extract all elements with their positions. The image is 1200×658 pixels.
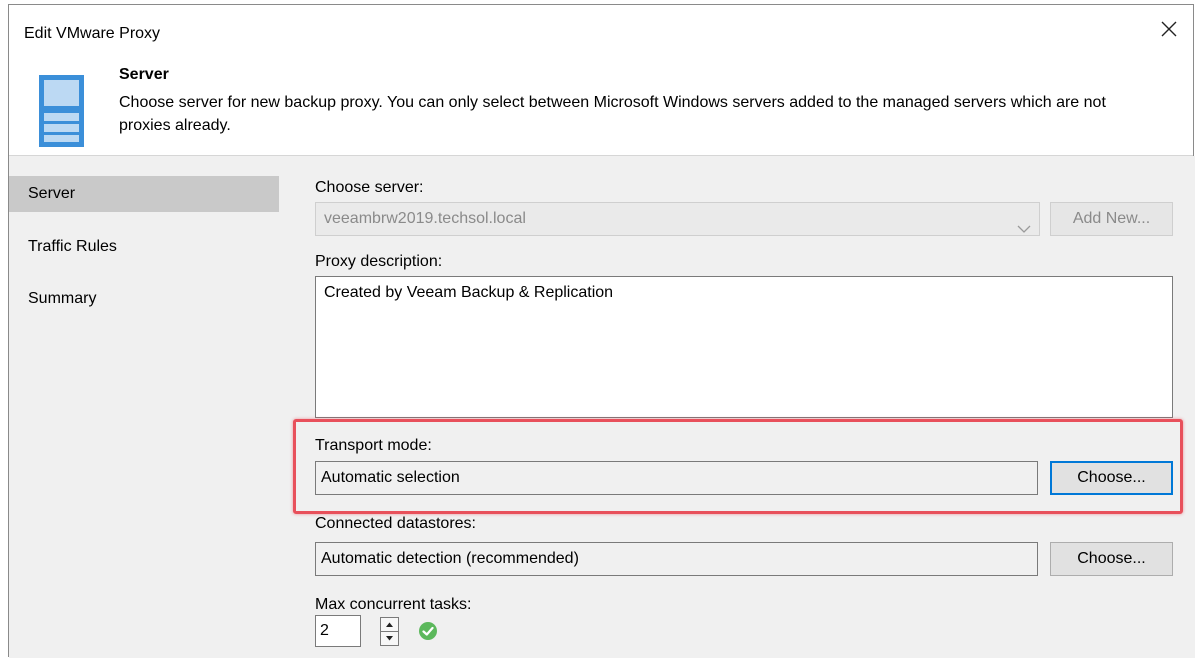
connected-datastores-choose-button[interactable]: Choose... bbox=[1050, 542, 1173, 576]
sidebar-item-traffic-rules[interactable]: Traffic Rules bbox=[9, 229, 279, 265]
connected-datastores-field: Automatic detection (recommended) bbox=[315, 542, 1038, 576]
check-circle-icon bbox=[419, 622, 437, 640]
sidebar-item-server[interactable]: Server bbox=[9, 176, 279, 212]
proxy-description-field[interactable]: Created by Veeam Backup & Replication bbox=[315, 276, 1173, 418]
title-bar: Edit VMware Proxy bbox=[9, 5, 1193, 55]
window-title: Edit VMware Proxy bbox=[24, 25, 161, 42]
wizard-steps-sidebar: Server Traffic Rules Summary bbox=[9, 156, 291, 658]
server-select-value: veeambrw2019.techsol.local bbox=[324, 210, 526, 227]
transport-mode-label: Transport mode: bbox=[315, 437, 432, 454]
edit-vmware-proxy-dialog: Edit VMware Proxy Server Choose server f… bbox=[8, 4, 1195, 658]
connected-datastores-label: Connected datastores: bbox=[315, 515, 476, 532]
transport-mode-field: Automatic selection bbox=[315, 461, 1038, 495]
server-icon bbox=[39, 75, 84, 147]
close-icon[interactable] bbox=[1159, 19, 1179, 39]
step-content: Choose server: veeambrw2019.techsol.loca… bbox=[291, 156, 1195, 658]
chevron-down-icon bbox=[1017, 214, 1031, 233]
max-concurrent-tasks-stepper[interactable] bbox=[380, 617, 399, 646]
sidebar-item-summary[interactable]: Summary bbox=[9, 281, 279, 317]
max-concurrent-tasks-input[interactable]: 2 bbox=[315, 615, 361, 647]
max-concurrent-tasks-label: Max concurrent tasks: bbox=[315, 596, 472, 613]
proxy-description-label: Proxy description: bbox=[315, 253, 443, 270]
step-description: Choose server for new backup proxy. You … bbox=[119, 94, 1106, 134]
add-new-server-button[interactable]: Add New... bbox=[1050, 202, 1173, 236]
stepper-down-icon[interactable] bbox=[381, 632, 398, 645]
stepper-up-icon[interactable] bbox=[381, 618, 398, 632]
server-select[interactable]: veeambrw2019.techsol.local bbox=[315, 202, 1040, 236]
transport-mode-choose-button[interactable]: Choose... bbox=[1050, 461, 1173, 495]
wizard-header: Server Choose server for new backup prox… bbox=[9, 55, 1193, 155]
choose-server-label: Choose server: bbox=[315, 179, 424, 196]
step-title: Server bbox=[119, 66, 169, 83]
